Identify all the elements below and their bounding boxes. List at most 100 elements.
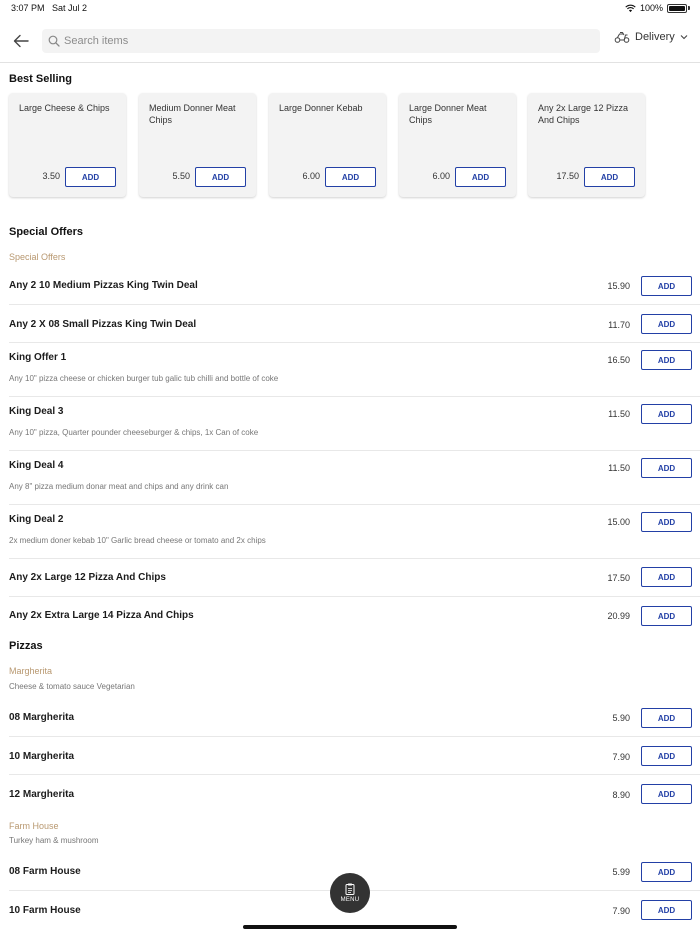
scooter-icon xyxy=(614,32,630,43)
item-price: 17.50 xyxy=(607,573,630,583)
menu-item-row[interactable]: 12 Margherita 8.90 ADD xyxy=(0,775,700,813)
menu-item-row[interactable]: 08 Margherita 5.90 ADD xyxy=(0,698,700,737)
category-description: Turkey ham & mushroom xyxy=(9,836,99,845)
delivery-label: Delivery xyxy=(635,31,675,43)
delivery-selector[interactable]: Delivery xyxy=(614,31,688,43)
top-bar: Delivery xyxy=(0,26,700,56)
special-offers-title: Special Offers xyxy=(9,226,83,238)
add-button[interactable]: ADD xyxy=(195,167,246,187)
chevron-down-icon xyxy=(680,35,688,40)
battery-percent: 100% xyxy=(639,3,663,13)
card-name: Large Donner Kebab xyxy=(279,103,363,113)
add-button[interactable]: ADD xyxy=(641,512,692,532)
item-price: 15.00 xyxy=(607,517,630,527)
add-button[interactable]: ADD xyxy=(641,606,692,626)
battery-cap xyxy=(688,6,690,10)
item-name: Any 2x Large 12 Pizza And Chips xyxy=(9,572,166,583)
card-name: Any 2x Large 12 Pizza And Chips xyxy=(538,103,629,125)
item-price: 15.90 xyxy=(607,281,630,291)
search-icon xyxy=(48,35,60,47)
item-price: 11.50 xyxy=(608,409,630,419)
status-clock: 3:07 PM xyxy=(11,3,45,13)
card-price: 5.50 xyxy=(172,171,190,181)
add-button[interactable]: ADD xyxy=(325,167,376,187)
menu-item-row[interactable]: Any 2x Large 12 Pizza And Chips 17.50 AD… xyxy=(0,559,700,597)
category-label: Special Offers xyxy=(9,252,66,262)
menu-item-row[interactable]: 10 Margherita 7.90 ADD xyxy=(0,737,700,775)
best-selling-card[interactable]: Large Donner Kebab 6.00 ADD xyxy=(269,93,386,197)
item-description: 2x medium doner kebab 10" Garlic bread c… xyxy=(9,536,266,545)
add-button[interactable]: ADD xyxy=(641,276,692,296)
item-name: Any 2 X 08 Small Pizzas King Twin Deal xyxy=(9,319,197,330)
add-button[interactable]: ADD xyxy=(641,862,692,882)
item-name: 12 Margherita xyxy=(9,789,75,800)
item-name: 10 Farm House xyxy=(9,905,81,916)
card-price: 6.00 xyxy=(302,171,320,181)
status-bar: 3:07 PM Sat Jul 2 100% xyxy=(0,0,700,18)
status-indicators: 100% xyxy=(625,3,690,13)
home-indicator xyxy=(243,925,457,929)
search-input[interactable] xyxy=(64,35,564,47)
status-time: 3:07 PM Sat Jul 2 xyxy=(11,3,87,13)
item-name: King Offer 1 xyxy=(9,352,67,363)
card-price: 3.50 xyxy=(42,171,60,181)
menu-item-row[interactable]: Any 2 10 Medium Pizzas King Twin Deal 15… xyxy=(0,266,700,305)
item-description: Any 10" pizza, Quarter pounder cheesebur… xyxy=(9,428,259,437)
category-label: Margherita xyxy=(9,666,53,676)
add-button[interactable]: ADD xyxy=(641,350,692,370)
back-button[interactable] xyxy=(10,30,32,52)
add-button[interactable]: ADD xyxy=(641,784,692,804)
category-label: Farm House xyxy=(9,821,59,831)
item-name: Any 2x Extra Large 14 Pizza And Chips xyxy=(9,610,194,621)
best-selling-card[interactable]: Large Donner Meat Chips 6.00 ADD xyxy=(399,93,516,197)
add-button[interactable]: ADD xyxy=(641,746,692,766)
item-price: 5.99 xyxy=(612,867,630,877)
add-button[interactable]: ADD xyxy=(641,567,692,587)
item-price: 11.70 xyxy=(608,320,630,330)
menu-item-row[interactable]: Any 2 X 08 Small Pizzas King Twin Deal 1… xyxy=(0,305,700,343)
item-description: Any 10" pizza cheese or chicken burger t… xyxy=(9,374,279,383)
pizzas-title: Pizzas xyxy=(9,640,43,652)
card-price: 17.50 xyxy=(556,171,579,181)
menu-item-row[interactable]: King Deal 4 Any 8" pizza medium donar me… xyxy=(0,451,700,505)
category-description: Cheese & tomato sauce Vegetarian xyxy=(9,682,135,691)
card-name: Large Cheese & Chips xyxy=(19,103,110,113)
item-name: 08 Farm House xyxy=(9,866,81,877)
item-name: Any 2 10 Medium Pizzas King Twin Deal xyxy=(9,280,198,291)
item-name: 08 Margherita xyxy=(9,712,75,723)
menu-item-row[interactable]: King Deal 3 Any 10" pizza, Quarter pound… xyxy=(0,397,700,451)
item-price: 11.50 xyxy=(608,463,630,473)
menu-list-icon xyxy=(345,883,355,895)
card-name: Large Donner Meat Chips xyxy=(409,103,487,125)
menu-item-row[interactable]: King Deal 2 2x medium doner kebab 10" Ga… xyxy=(0,505,700,559)
item-description: Any 8" pizza medium donar meat and chips… xyxy=(9,482,229,491)
wifi-icon xyxy=(625,4,636,12)
best-selling-card[interactable]: Medium Donner Meat Chips 5.50 ADD xyxy=(139,93,256,197)
add-button[interactable]: ADD xyxy=(641,458,692,478)
add-button[interactable]: ADD xyxy=(641,900,692,920)
add-button[interactable]: ADD xyxy=(641,404,692,424)
item-name: 10 Margherita xyxy=(9,751,75,762)
item-price: 5.90 xyxy=(612,713,630,723)
add-button[interactable]: ADD xyxy=(641,314,692,334)
add-button[interactable]: ADD xyxy=(584,167,635,187)
item-price: 20.99 xyxy=(607,611,630,621)
search-box[interactable] xyxy=(42,29,600,53)
item-price: 8.90 xyxy=(612,790,630,800)
menu-button-label: MENU xyxy=(340,897,360,903)
item-name: King Deal 3 xyxy=(9,406,64,417)
best-selling-card[interactable]: Any 2x Large 12 Pizza And Chips 17.50 AD… xyxy=(528,93,645,197)
add-button[interactable]: ADD xyxy=(65,167,116,187)
menu-button[interactable]: MENU xyxy=(330,873,370,913)
add-button[interactable]: ADD xyxy=(641,708,692,728)
best-selling-card[interactable]: Large Cheese & Chips 3.50 ADD xyxy=(9,93,126,197)
item-price: 7.90 xyxy=(612,752,630,762)
card-price: 6.00 xyxy=(432,171,450,181)
item-name: King Deal 4 xyxy=(9,460,64,471)
menu-item-row[interactable]: Any 2x Extra Large 14 Pizza And Chips 20… xyxy=(0,597,700,635)
battery-icon xyxy=(667,3,687,13)
status-date: Sat Jul 2 xyxy=(52,3,88,13)
add-button[interactable]: ADD xyxy=(455,167,506,187)
best-selling-title: Best Selling xyxy=(9,73,72,85)
menu-item-row[interactable]: King Offer 1 Any 10" pizza cheese or chi… xyxy=(0,343,700,397)
